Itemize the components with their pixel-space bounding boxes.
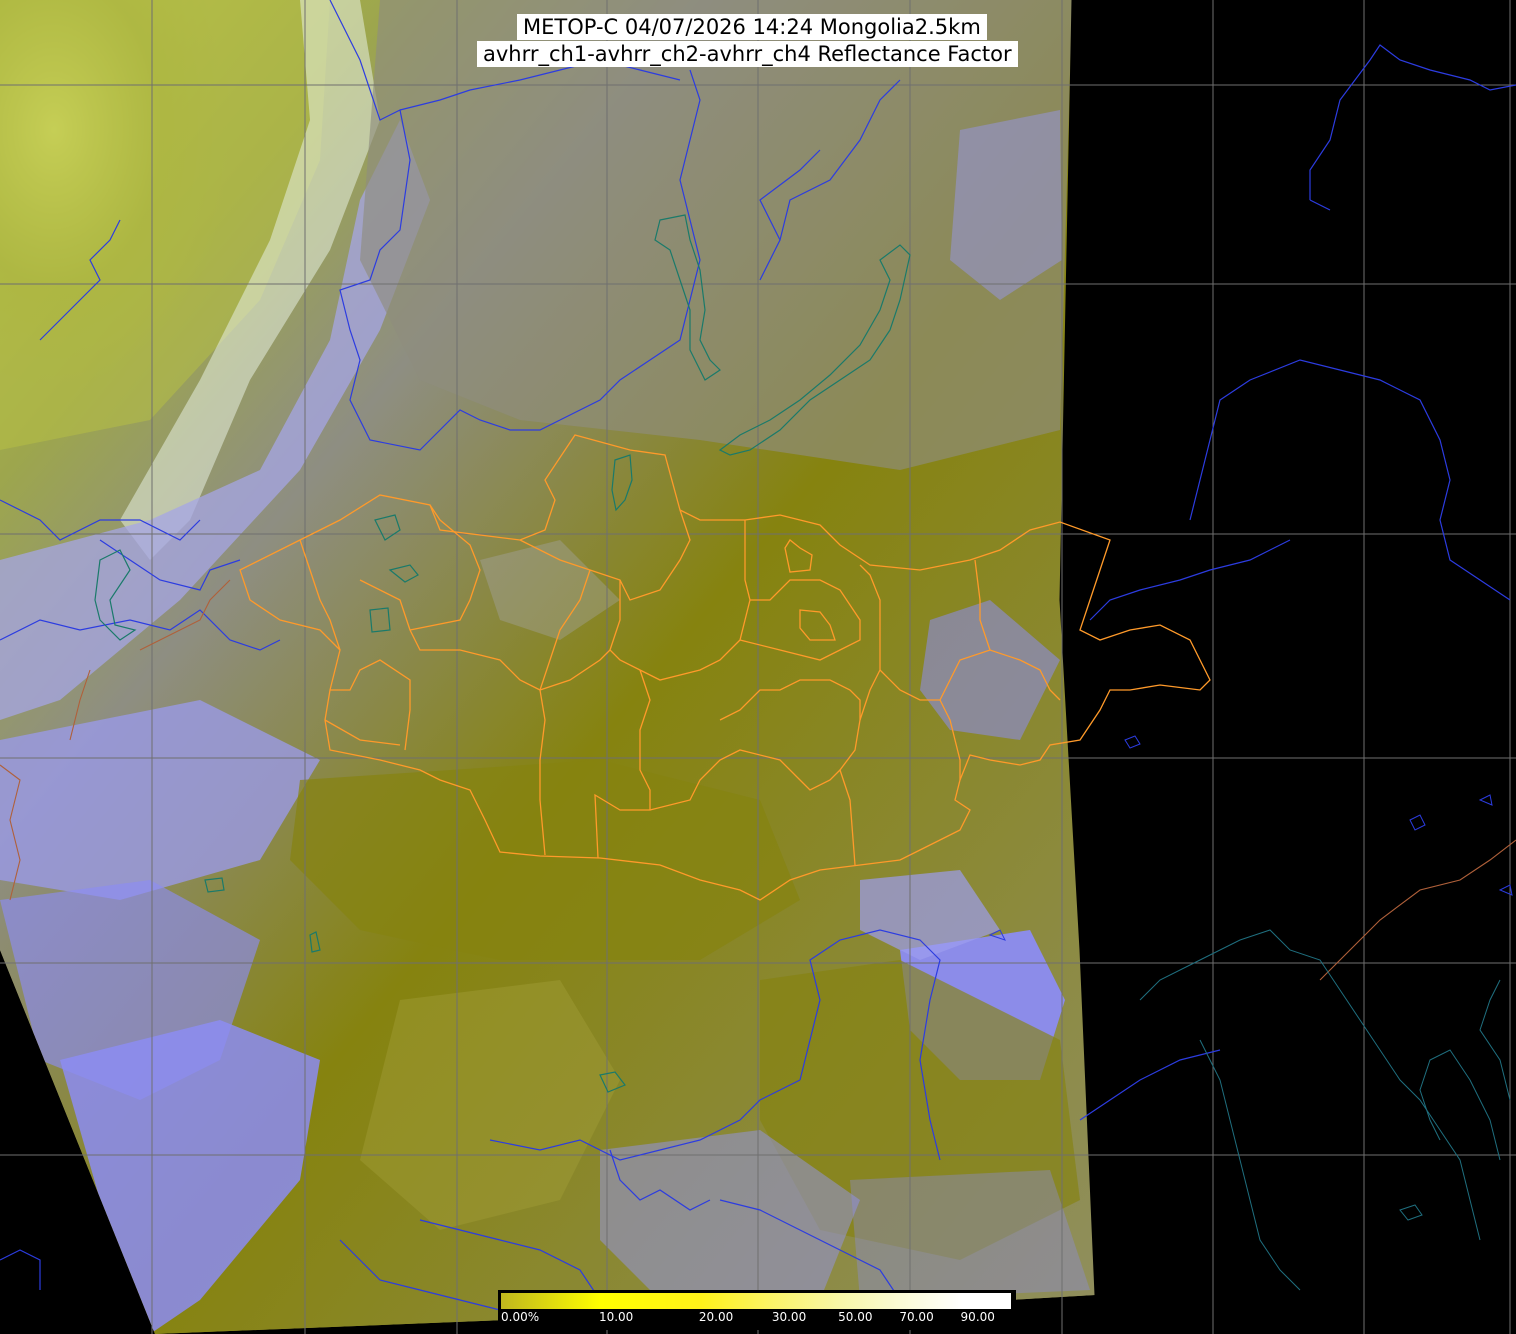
colorbar-tick-label: 50.00: [838, 1310, 873, 1324]
title-line-2: avhrr_ch1-avhrr_ch2-avhrr_ch4 Reflectanc…: [477, 41, 1018, 67]
colorbar-tick-label: 0.00%: [501, 1310, 540, 1324]
colorbar-tick-label: 30.00: [771, 1310, 807, 1324]
colorbar-tick-label: 70.00: [899, 1310, 934, 1324]
colorbar-segment: [700, 1293, 774, 1309]
swath-imagery: [0, 0, 1095, 1334]
colorbar-tick-label: 10.00: [598, 1310, 634, 1324]
colorbar-segment: [773, 1293, 841, 1309]
colorbar-tick-label: 90.00: [960, 1310, 995, 1324]
colorbar-segment: [600, 1293, 701, 1309]
colorbar-tick-label: 20.00: [698, 1310, 734, 1324]
colorbar-segment: [501, 1293, 601, 1309]
colorbar-legend: 0.00% 10.00 20.00 30.00 50.00 70.00 90.00: [498, 1290, 1016, 1330]
colorbar-segment: [840, 1293, 902, 1309]
title-line-1: METOP-C 04/07/2026 14:24 Mongolia2.5km: [517, 14, 987, 40]
colorbar-segment: [962, 1293, 1011, 1309]
satellite-image-viewer: METOP-C 04/07/2026 14:24 Mongolia2.5km a…: [0, 0, 1516, 1334]
colorbar-strip: [501, 1293, 1011, 1309]
colorbar-segment: [901, 1293, 963, 1309]
satellite-map[interactable]: [0, 0, 1516, 1334]
